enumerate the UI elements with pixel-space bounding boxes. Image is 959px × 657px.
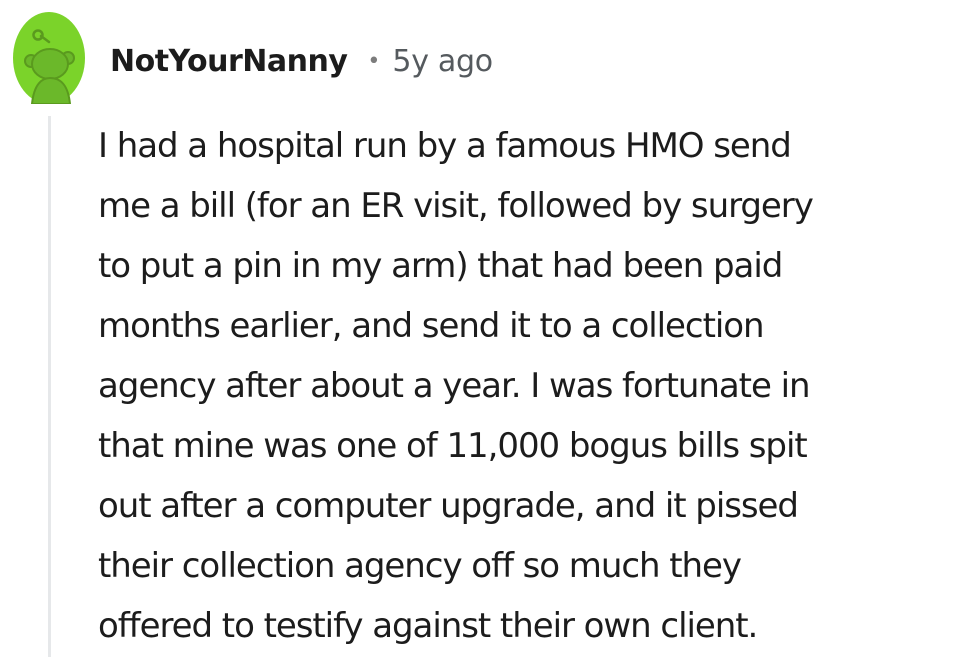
comment-text-line: I had a hospital run by a famous HMO sen… [98, 126, 792, 166]
comment-timestamp[interactable]: 5y ago [392, 44, 493, 79]
snoo-avatar-icon [13, 12, 85, 105]
comment-text-line: that mine was one of 11,000 bogus bills … [98, 426, 808, 466]
comment-text-line: to put a pin in my arm) that had been pa… [98, 246, 783, 286]
comment-text-line: me a bill (for an ER visit, followed by … [98, 186, 814, 226]
comment-body: I had a hospital run by a famous HMO sen… [98, 116, 953, 656]
comment-text-line: agency after about a year. I was fortuna… [98, 366, 811, 406]
comment-text-line: their collection agency off so much they [98, 546, 742, 586]
comment-meta: NotYourNanny • 5y ago [110, 42, 493, 80]
author-username[interactable]: NotYourNanny [110, 44, 348, 79]
comment-text-line: out after a computer upgrade, and it pis… [98, 486, 799, 526]
avatar[interactable] [12, 12, 86, 105]
meta-separator: • [367, 48, 381, 74]
comment-text-line: months earlier, and send it to a collect… [98, 306, 765, 346]
comment-text-line: offered to testify against their own cli… [98, 606, 758, 646]
thread-collapse-line[interactable] [48, 116, 51, 657]
